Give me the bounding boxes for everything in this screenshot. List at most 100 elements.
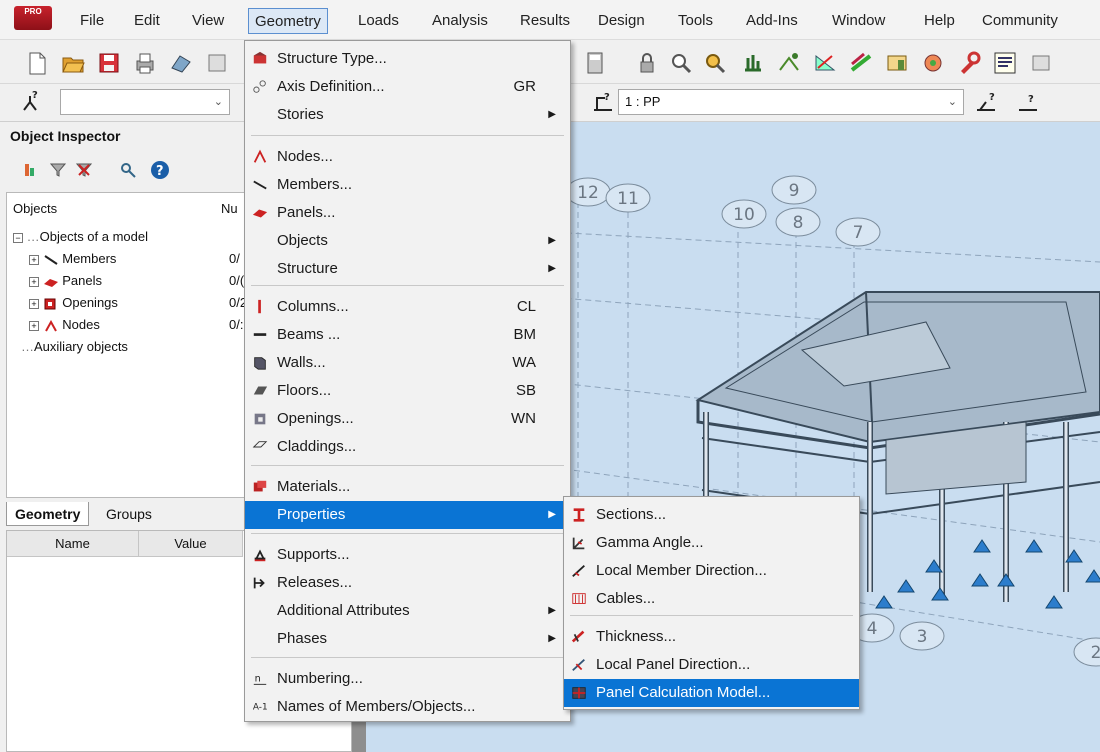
geometry-menu-item[interactable]: Axis Definition... GR	[245, 73, 570, 101]
tree-item-panels[interactable]: + Panels	[29, 273, 102, 288]
selection-combo[interactable]: ⌄	[60, 89, 230, 115]
geometry-menu-item[interactable]: Additional Attributes ▶	[245, 597, 570, 625]
new-file-icon[interactable]	[24, 50, 50, 76]
help-icon[interactable]: ?	[150, 160, 170, 180]
properties-submenu-item[interactable]: Local Panel Direction...	[564, 651, 859, 679]
member-icon	[44, 254, 58, 265]
geometry-menu-item[interactable]: Panels...	[245, 199, 570, 227]
open-folder-icon[interactable]	[60, 50, 86, 76]
geometry-menu-item[interactable]: Openings... WN	[245, 405, 570, 433]
geometry-menu-item[interactable]: Nodes...	[245, 143, 570, 171]
tree-item-members[interactable]: + Members	[29, 251, 116, 266]
design-icon[interactable]	[920, 50, 946, 76]
more-icon[interactable]	[1030, 50, 1056, 76]
funnel-icon[interactable]	[50, 162, 66, 178]
geometry-menu-item[interactable]: Claddings...	[245, 433, 570, 461]
zoom-icon[interactable]	[668, 50, 694, 76]
lock-icon[interactable]	[634, 50, 660, 76]
geometry-menu-item[interactable]: Members...	[245, 171, 570, 199]
geometry-menu-item[interactable]: Structure Type...	[245, 45, 570, 73]
properties-submenu-item[interactable]: Cables...	[564, 585, 859, 613]
select-object-icon[interactable]: ?	[1016, 88, 1042, 114]
menu-community[interactable]: Community	[976, 8, 1064, 34]
geometry-menu-item[interactable]: Supports...	[245, 541, 570, 569]
maps-icon[interactable]	[848, 50, 874, 76]
load-icon[interactable]	[776, 50, 802, 76]
properties-submenu-item[interactable]: Thickness...	[564, 623, 859, 651]
submenu-arrow-icon: ▶	[548, 633, 556, 644]
view-combo[interactable]: 1 : PP ⌄	[618, 89, 964, 115]
expand-icon[interactable]: +	[29, 298, 39, 309]
view-select-icon[interactable]: ?	[590, 88, 616, 114]
tab-groups[interactable]: Groups	[98, 502, 160, 526]
menu-item-shortcut: SB	[515, 382, 536, 399]
menu-loads[interactable]: Loads	[352, 8, 405, 34]
geometry-menu-item[interactable]: Beams ... BM	[245, 321, 570, 349]
layout-icon[interactable]	[992, 50, 1018, 76]
clear-filter-icon[interactable]	[76, 162, 92, 178]
filter-icon[interactable]	[22, 162, 38, 178]
toolbar-icon-hidden[interactable]	[204, 50, 230, 76]
menu-design[interactable]: Design	[592, 8, 651, 34]
expand-icon[interactable]: +	[29, 276, 39, 287]
menu-tools[interactable]: Tools	[672, 8, 719, 34]
preferences-icon[interactable]	[956, 50, 982, 76]
menu-window[interactable]: Window	[826, 8, 891, 34]
geometry-menu-item[interactable]: Phases ▶	[245, 625, 570, 653]
menu-geometry[interactable]: Geometry	[248, 8, 328, 34]
geometry-menu-item[interactable]: A-1 Names of Members/Objects...	[245, 693, 570, 721]
axis-label: 8	[793, 213, 804, 233]
geometry-menu-item[interactable]: Stories ▶	[245, 101, 570, 129]
submenu-arrow-icon: ▶	[548, 509, 556, 520]
menu-item-label: Walls...	[277, 354, 326, 371]
tab-geometry[interactable]: Geometry	[6, 502, 90, 526]
menu-help[interactable]: Help	[918, 8, 961, 34]
menu-view[interactable]: View	[186, 8, 230, 34]
zoom-window-icon[interactable]	[702, 50, 728, 76]
menu-analysis[interactable]: Analysis	[426, 8, 494, 34]
tree-item-nodes[interactable]: + Nodes	[29, 317, 100, 332]
axis-label: 11	[617, 189, 639, 209]
opening-icon	[254, 413, 266, 425]
submenu-arrow-icon: ▶	[548, 605, 556, 616]
menu-results[interactable]: Results	[514, 8, 576, 34]
tables-icon[interactable]	[884, 50, 910, 76]
expand-icon[interactable]: +	[29, 254, 39, 265]
properties-submenu-item[interactable]: Local Member Direction...	[564, 557, 859, 585]
value-column-header[interactable]: Value	[139, 531, 243, 557]
geometry-menu-item[interactable]: Walls... WA	[245, 349, 570, 377]
menu-add-ins[interactable]: Add-Ins	[740, 8, 804, 34]
geometry-menu-item[interactable]: n Numbering...	[245, 665, 570, 693]
axis-label: 3	[917, 627, 928, 647]
geometry-menu-item[interactable]: Columns... CL	[245, 293, 570, 321]
tree-item-openings[interactable]: + Openings	[29, 295, 118, 310]
properties-submenu-item[interactable]: Gamma Angle...	[564, 529, 859, 557]
calculator-icon[interactable]	[582, 50, 608, 76]
collapse-icon[interactable]: −	[13, 232, 23, 243]
geometry-menu-item[interactable]: Structure ▶	[245, 255, 570, 283]
model-view-icon[interactable]	[168, 50, 194, 76]
geometry-menu-item[interactable]: Releases...	[245, 569, 570, 597]
geometry-menu-item[interactable]: Objects ▶	[245, 227, 570, 255]
tree-root[interactable]: − …Objects of a model	[13, 229, 148, 244]
diagrams-icon[interactable]	[812, 50, 838, 76]
properties-submenu-item[interactable]: Panel Calculation Model...	[564, 679, 859, 707]
menu-edit[interactable]: Edit	[128, 8, 166, 34]
name-column-header[interactable]: Name	[7, 531, 139, 557]
geometry-menu-item[interactable]: Properties ▶	[245, 501, 570, 529]
menu-file[interactable]: File	[74, 8, 110, 34]
geometry-menu-item[interactable]: Materials...	[245, 473, 570, 501]
submenu-arrow-icon: ▶	[548, 263, 556, 274]
select-panel-icon[interactable]: ?	[974, 88, 1000, 114]
save-icon[interactable]	[96, 50, 122, 76]
cables-icon	[572, 593, 586, 604]
display-icon[interactable]	[740, 50, 766, 76]
geometry-menu-item[interactable]: Floors... SB	[245, 377, 570, 405]
properties-submenu-item[interactable]: Sections...	[564, 501, 859, 529]
structure-type-icon	[253, 51, 267, 64]
print-icon[interactable]	[132, 50, 158, 76]
tree-item-auxiliary[interactable]: …Auxiliary objects	[21, 339, 128, 354]
expand-icon[interactable]: +	[29, 320, 39, 331]
select-node-icon[interactable]: ?	[18, 88, 44, 114]
search-icon[interactable]	[120, 162, 136, 178]
